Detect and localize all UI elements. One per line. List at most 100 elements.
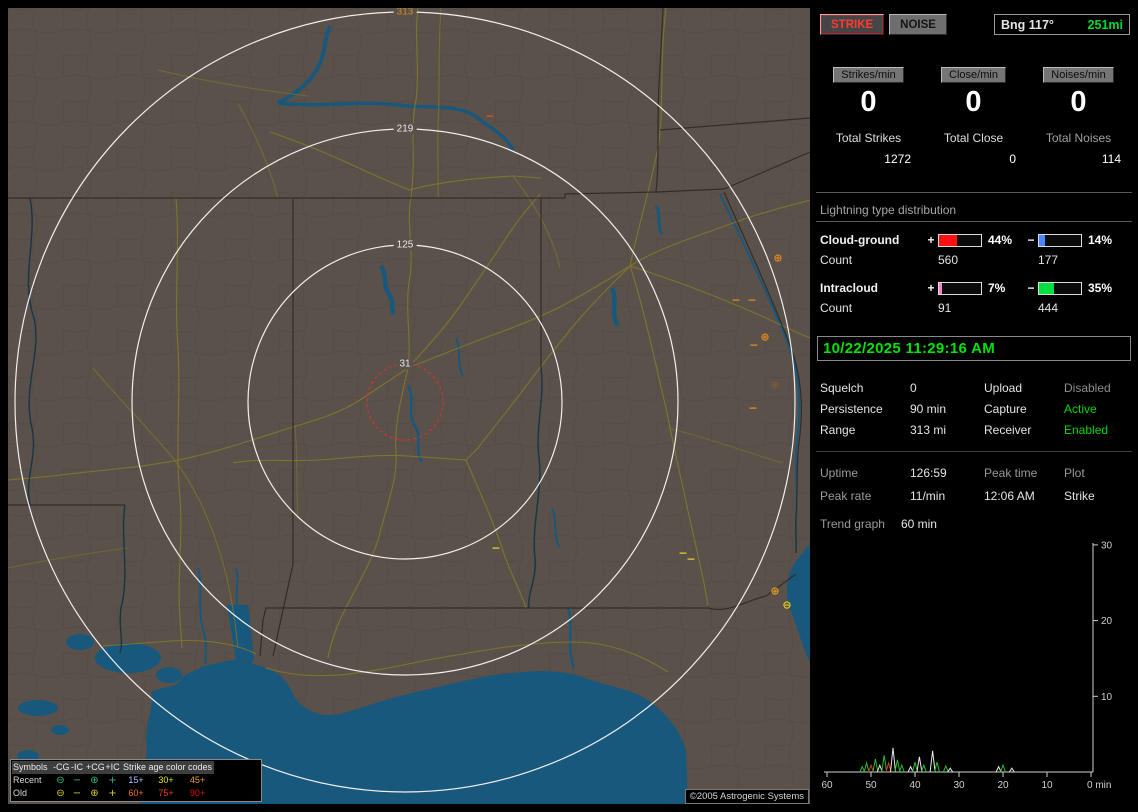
ic-negative-pct: 35% <box>1088 281 1113 295</box>
legend-symbols-header: Symbols <box>12 761 52 774</box>
close-per-min-label: Close/min <box>941 67 1006 83</box>
trend-plot-series <box>859 747 1015 773</box>
trend-graph-label: Trend graph <box>820 517 885 531</box>
cg-count-label: Count <box>820 253 853 267</box>
persistence-label: Persistence <box>820 402 883 416</box>
strikes-per-min-label: Strikes/min <box>833 67 904 83</box>
legend-age: 15+ <box>128 775 144 785</box>
plus-sign: + <box>927 281 935 295</box>
map-canvas[interactable] <box>8 8 810 804</box>
trend-window-value: 60 min <box>900 517 937 531</box>
status-grid: Uptime 126:59 Peak time Plot Peak rate 1… <box>820 466 1132 503</box>
legend-symbol: + <box>108 788 117 799</box>
totals-row: Total Strikes 1272 Total Close 0 Total N… <box>816 131 1132 166</box>
legend-col-header: -CG <box>52 761 70 774</box>
ic-positive-count: 91 <box>938 301 952 315</box>
ic-positive-bar <box>938 281 982 295</box>
divider <box>816 192 1132 193</box>
strikes-per-min-value: 0 <box>860 86 877 118</box>
trend-spike <box>872 759 879 773</box>
cg-positive-bar <box>938 233 982 247</box>
peak-time-label: Peak time <box>984 466 1038 480</box>
trend-graph-header: Trend graph 60 min <box>820 517 1132 531</box>
capture-label: Capture <box>984 402 1027 416</box>
range-label: Range <box>820 423 856 437</box>
total-strikes: Total Strikes 1272 <box>816 131 921 166</box>
svg-text:10: 10 <box>1041 780 1053 791</box>
cg-negative-count: 177 <box>1038 253 1059 267</box>
strikes-per-min-counter: Strikes/min 0 <box>816 67 921 119</box>
legend-col-header: -IC <box>69 761 85 774</box>
distribution-table: Cloud-ground + 44% − 14% Count 560 177 I… <box>820 230 1132 318</box>
minus-sign: − <box>1027 281 1035 295</box>
close-per-min-value: 0 <box>965 86 982 118</box>
intracloud-label: Intracloud <box>820 281 879 295</box>
divider <box>816 221 1132 222</box>
total-strikes-label: Total Strikes <box>835 131 902 145</box>
noise-toggle-button[interactable]: NOISE <box>889 14 947 35</box>
total-noises-label: Total Noises <box>1045 131 1112 145</box>
legend-symbol: ⊕ <box>90 788 99 799</box>
svg-text:10: 10 <box>1101 692 1113 703</box>
strike-toggle-button[interactable]: STRIKE <box>820 14 885 35</box>
cg-positive-pct: 44% <box>988 233 1013 247</box>
legend-symbol: − <box>72 788 82 799</box>
trend-spike <box>916 756 923 773</box>
upload-status: Disabled <box>1064 381 1111 395</box>
svg-text:40: 40 <box>909 780 921 791</box>
svg-text:60: 60 <box>821 780 833 791</box>
legend-symbol: ⊖ <box>56 788 65 799</box>
legend-age: 60+ <box>128 788 144 798</box>
upload-label: Upload <box>984 381 1023 395</box>
ic-count-label: Count <box>820 301 853 315</box>
persistence-value: 90 min <box>910 402 947 416</box>
legend-age: 45+ <box>189 775 206 785</box>
cg-positive-count: 560 <box>938 253 959 267</box>
trend-spike <box>929 750 936 773</box>
trend-spike <box>863 761 870 773</box>
receiver-label: Receiver <box>984 423 1032 437</box>
bearing-display: Bng 117° 251mi <box>994 14 1130 35</box>
panel-top-bar: STRIKE NOISE Bng 117° 251mi <box>820 14 1130 35</box>
legend-row-label: Recent <box>13 775 42 785</box>
trend-spike <box>898 763 905 773</box>
trend-axis-ticks: 30 20 10 60 50 40 30 20 10 0 min <box>821 540 1112 791</box>
uptime-value: 126:59 <box>910 466 947 480</box>
minus-sign: − <box>1027 233 1035 247</box>
total-close-value: 0 <box>1009 152 1016 166</box>
noises-per-min-label: Noises/min <box>1043 67 1114 83</box>
legend-col-header: +CG <box>85 761 105 774</box>
settings-grid: Squelch 0 Upload Disabled Persistence 90… <box>820 381 1132 437</box>
legend-age-header: Strike age color codes <box>121 761 214 774</box>
legend-age: 90+ <box>189 788 206 798</box>
trend-graph: 30 20 10 60 50 40 30 20 10 0 min <box>821 540 1112 791</box>
total-noises-value: 114 <box>1101 152 1121 166</box>
legend-age: 30+ <box>158 775 174 785</box>
datetime-display: 10/22/2025 11:29:16 AM <box>817 336 1131 361</box>
legend-symbol: − <box>72 775 82 786</box>
svg-text:30: 30 <box>953 780 965 791</box>
ic-negative-count: 444 <box>1038 301 1059 315</box>
squelch-label: Squelch <box>820 381 864 395</box>
plus-sign: + <box>927 233 935 247</box>
trend-spike <box>1000 763 1006 773</box>
trend-spike <box>1008 767 1015 773</box>
map-legend: Symbols -CG -IC +CG +IC Strike age color code… <box>10 759 262 802</box>
trend-spike <box>894 759 901 773</box>
trend-spike <box>890 747 896 773</box>
noises-per-min-counter: Noises/min 0 <box>1026 67 1131 119</box>
legend-age: 75+ <box>158 788 174 798</box>
trend-spike <box>881 755 888 773</box>
cg-negative-pct: 14% <box>1088 233 1113 247</box>
peak-time-value: 12:06 AM <box>984 489 1035 503</box>
trend-spike <box>920 763 927 773</box>
cg-negative-bar <box>1038 233 1082 247</box>
trend-spike <box>934 762 940 773</box>
legend-grid: Symbols -CG -IC +CG +IC Strike age color code… <box>12 761 260 800</box>
svg-text:20: 20 <box>1101 616 1113 627</box>
range-value: 313 mi <box>910 423 947 437</box>
bearing-range: 251mi <box>1087 17 1123 32</box>
capture-status: Active <box>1064 402 1097 416</box>
map-panel[interactable]: ⊕ ⊕ ⊕ − − − − ⊕ ⊖ − − − − 313 219 125 31 Symbols -CG -IC +… <box>8 8 810 804</box>
